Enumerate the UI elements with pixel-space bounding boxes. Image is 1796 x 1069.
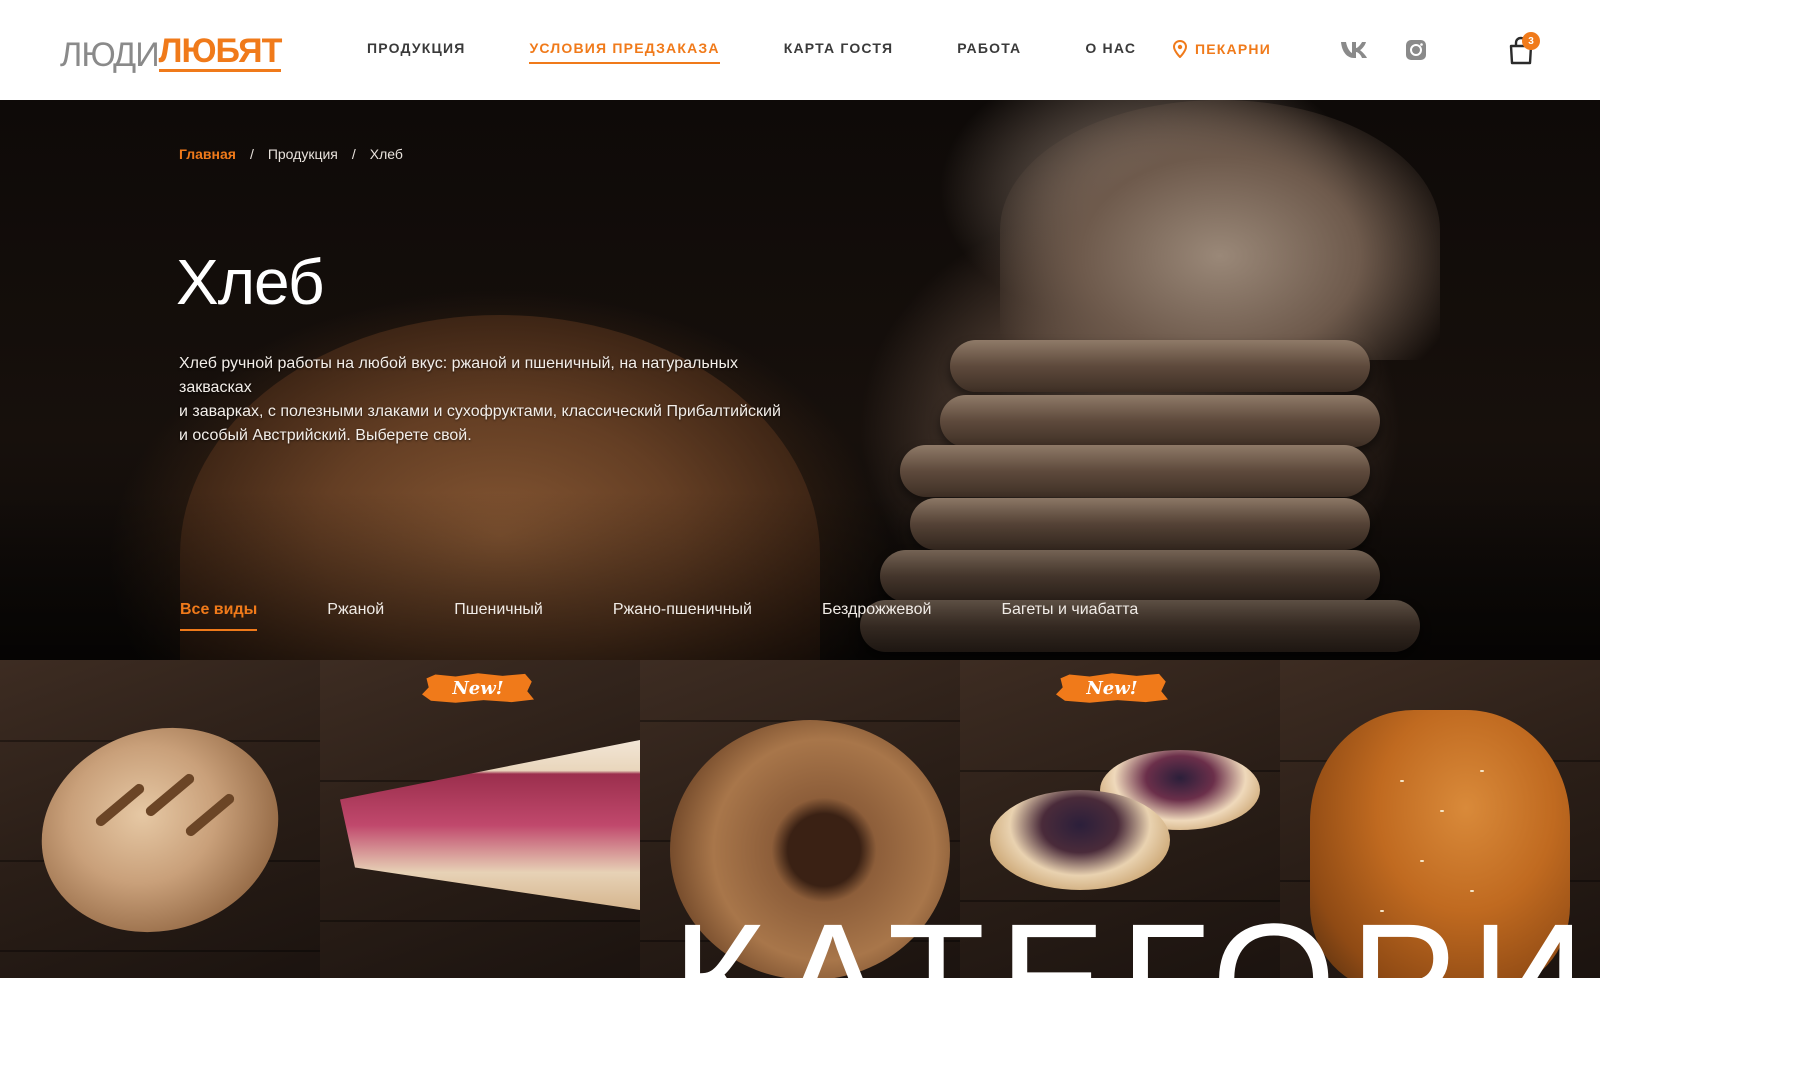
nav-item-about[interactable]: О НАС — [1085, 40, 1136, 64]
page-description: Хлеб ручной работы на любой вкус: ржаной… — [179, 352, 799, 448]
cart-count-badge: 3 — [1522, 32, 1540, 50]
site-header: ЛЮДИ ЛЮБЯТ ПРОДУКЦИЯ УСЛОВИЯ ПРЕДЗАКАЗА К… — [0, 0, 1600, 100]
nav-item-guest-card[interactable]: КАРТА ГОСТЯ — [784, 40, 894, 64]
berry-tartlet-image — [990, 790, 1170, 890]
page-description-line: и заварках, с полезными злаками и сухофр… — [179, 403, 781, 420]
product-tile-berry-pie[interactable]: New! — [320, 660, 640, 978]
categories-heading: КАТЕГОРИ — [672, 900, 1572, 978]
new-badge: New! — [1056, 673, 1168, 703]
new-badge: New! — [422, 673, 534, 703]
filter-tab-rye-wheat[interactable]: Ржано-пшеничный — [613, 601, 752, 631]
instagram-icon[interactable] — [1404, 38, 1428, 62]
bakeries-link[interactable]: ПЕКАРНИ — [1173, 40, 1271, 58]
filter-tab-all[interactable]: Все виды — [180, 601, 258, 631]
logo-part-2: ЛЮБЯТ — [158, 32, 282, 72]
breadcrumb-products[interactable]: Продукция — [268, 146, 338, 162]
nav-item-products[interactable]: ПРОДУКЦИЯ — [367, 40, 465, 64]
bakeries-label: ПЕКАРНИ — [1195, 41, 1271, 57]
page-description-line: Хлеб ручной работы на любой вкус: ржаной… — [179, 355, 739, 396]
nav-item-jobs[interactable]: РАБОТА — [957, 40, 1021, 64]
filter-tab-wheat[interactable]: Пшеничный — [454, 601, 543, 631]
filter-tab-yeast-free[interactable]: Бездрожжевой — [822, 601, 931, 631]
breadcrumb-separator: / — [351, 146, 356, 162]
filter-tab-rye[interactable]: Ржаной — [327, 601, 384, 631]
category-filter-tabs: Все виды Ржаной Пшеничный Ржано-пшеничны… — [180, 601, 1208, 631]
breadcrumb-current: Хлеб — [369, 146, 403, 162]
main-nav: ПРОДУКЦИЯ УСЛОВИЯ ПРЕДЗАКАЗА КАРТА ГОСТЯ… — [367, 40, 1136, 64]
page-description-line: и особый Австрийский. Выберете свой. — [179, 427, 472, 444]
nav-item-preorder-terms[interactable]: УСЛОВИЯ ПРЕДЗАКАЗА — [529, 40, 720, 64]
logo-part-1: ЛЮДИ — [60, 36, 160, 74]
vk-icon[interactable] — [1340, 38, 1372, 62]
page-title: Хлеб — [176, 246, 325, 318]
site-logo[interactable]: ЛЮДИ ЛЮБЯТ — [60, 28, 282, 74]
breadcrumb: Главная / Продукция / Хлеб — [179, 146, 403, 162]
filter-tab-baguettes[interactable]: Багеты и чиабатта — [1001, 601, 1138, 631]
map-pin-icon — [1173, 40, 1187, 58]
product-tile-bread-loaf[interactable] — [0, 660, 320, 978]
breadcrumb-home[interactable]: Главная — [179, 146, 236, 162]
breadcrumb-separator: / — [249, 146, 254, 162]
